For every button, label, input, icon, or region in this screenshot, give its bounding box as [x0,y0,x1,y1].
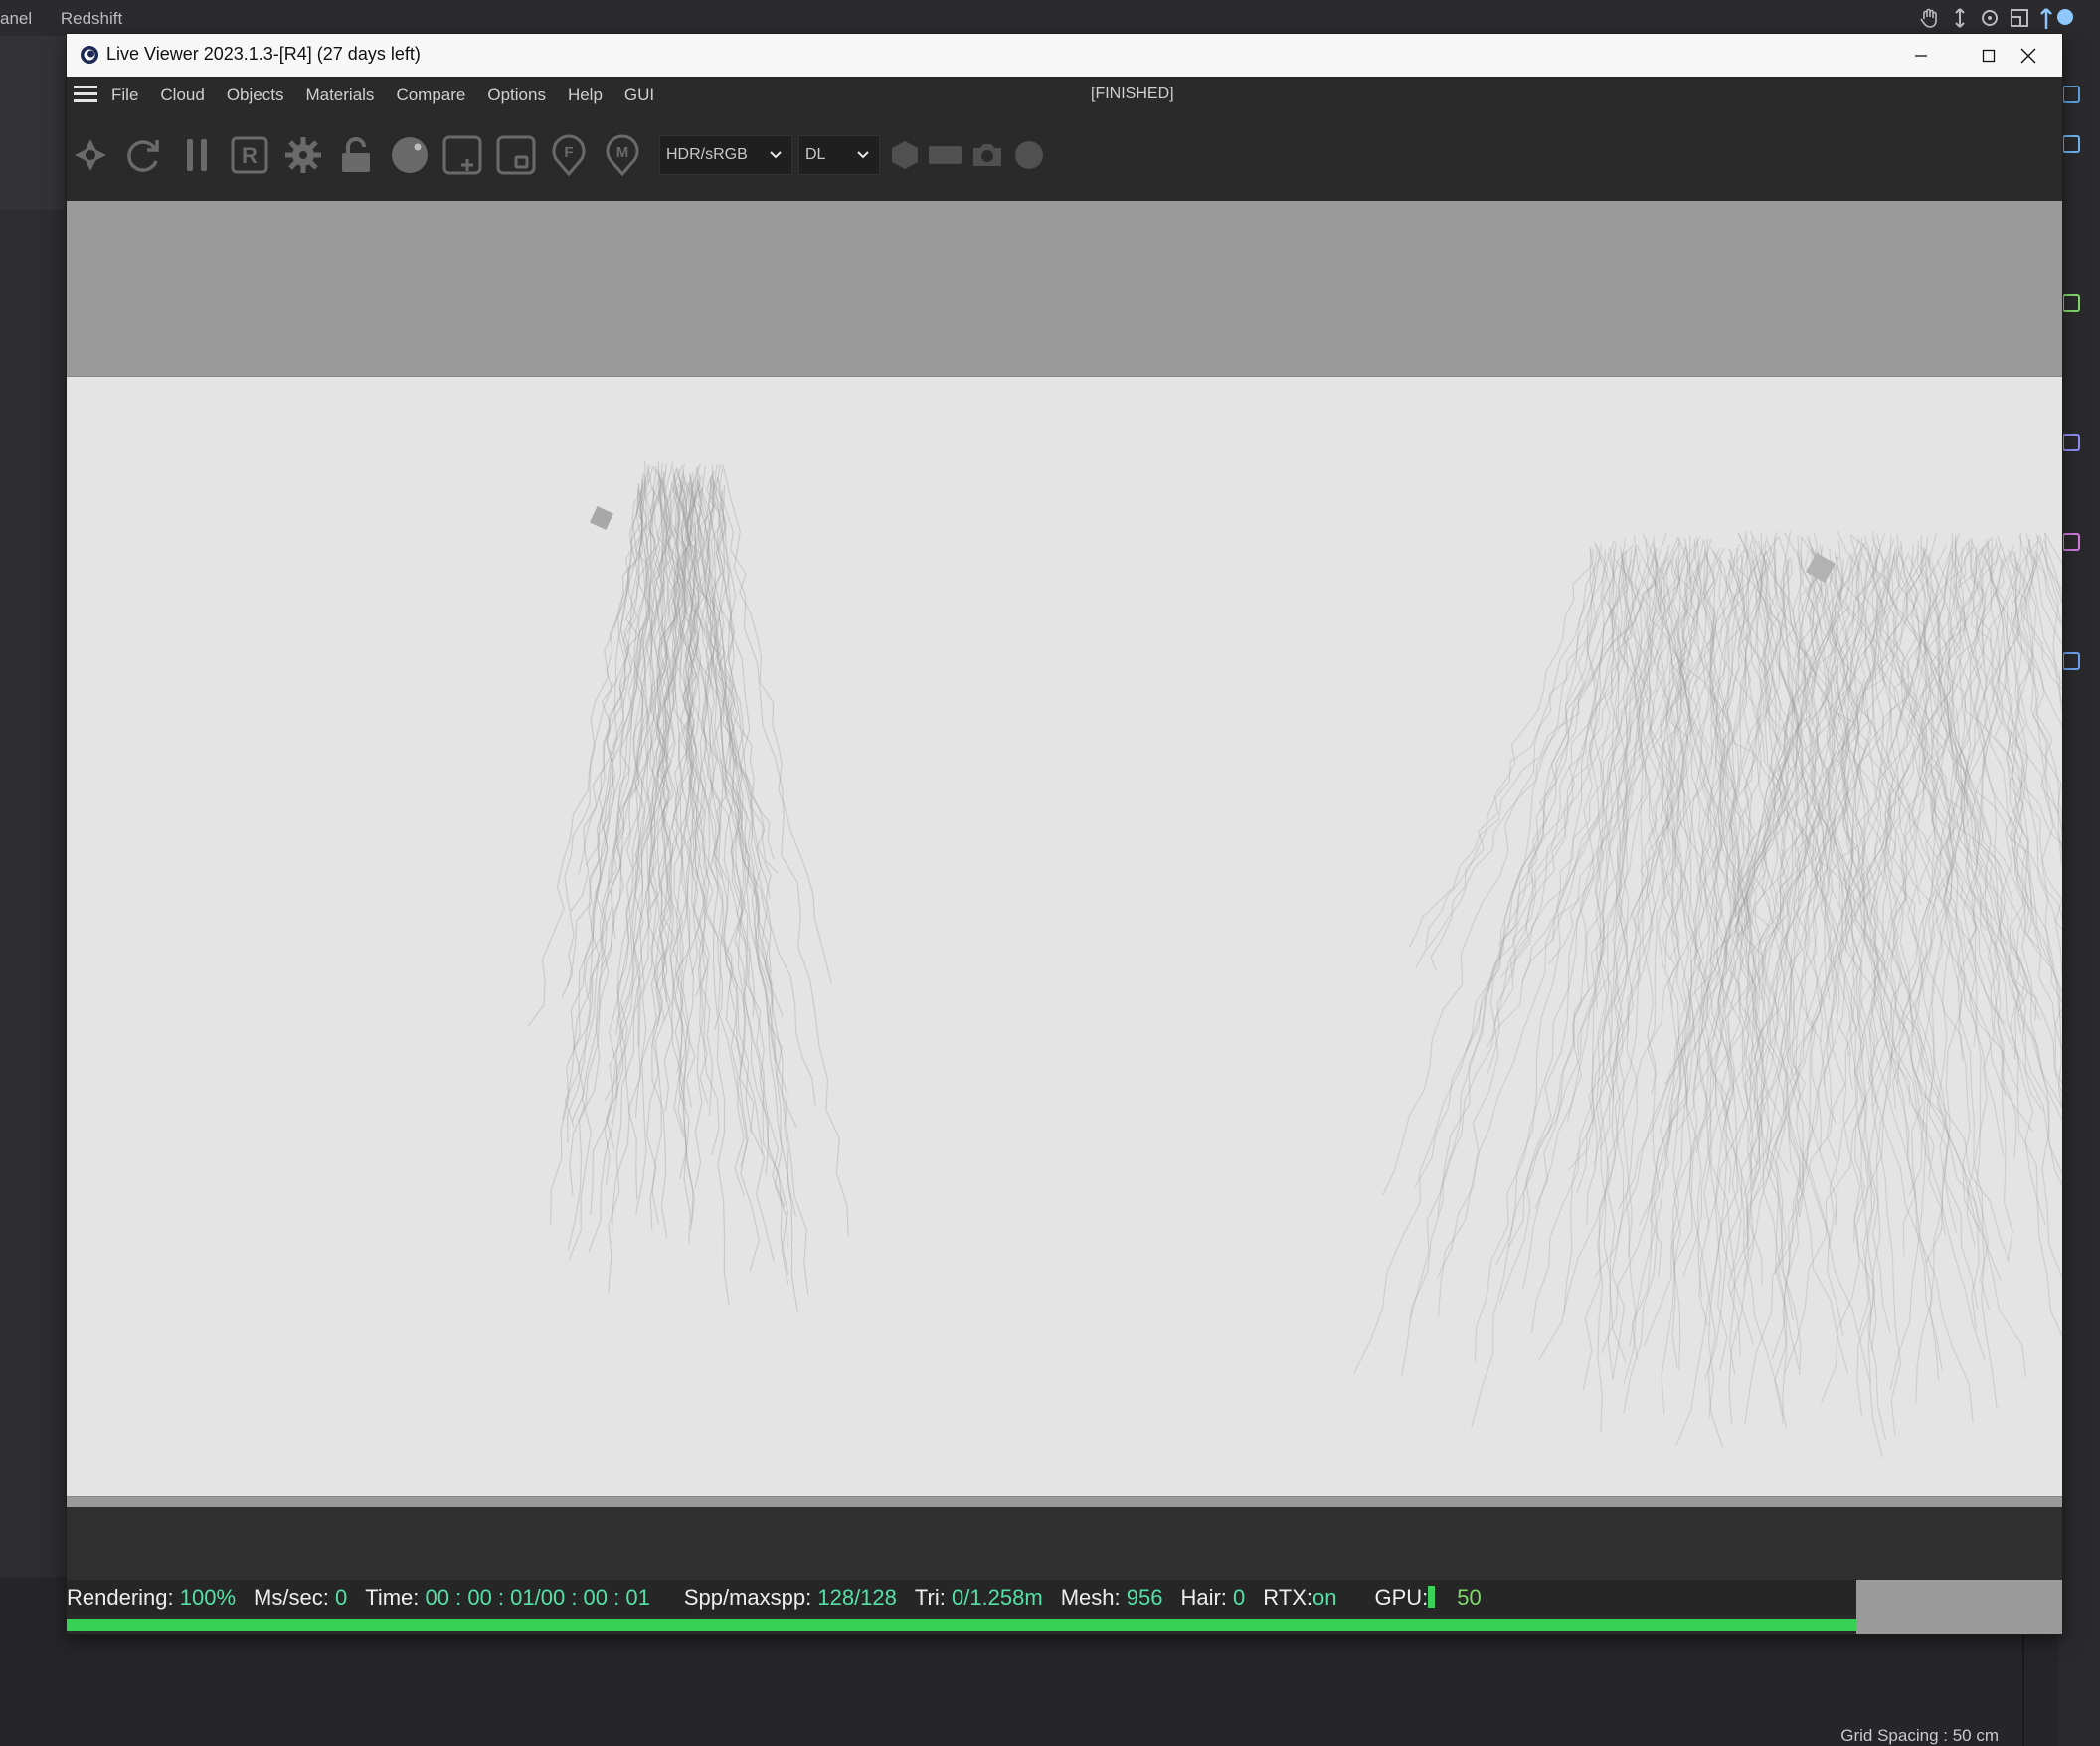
window-title: Live Viewer 2023.1.3-[R4] (27 days left) [106,44,421,64]
menu-gui[interactable]: GUI [624,86,654,105]
gpu-value: 50 [1457,1584,1482,1610]
chevron-down-icon [857,151,869,159]
refresh-icon[interactable] [122,134,164,176]
render-r-icon[interactable]: R [229,134,270,176]
window-corner-area [1856,1580,2062,1634]
close-button[interactable] [1995,34,2062,77]
hair-render-graphic [527,460,2062,1458]
close-icon [2020,48,2036,63]
rectangle-icon[interactable] [925,134,966,176]
hair-value: 0 [1233,1584,1246,1610]
add-region-icon[interactable] [441,134,483,176]
menu-materials[interactable]: Materials [305,86,374,105]
frame-icon[interactable] [2009,7,2030,29]
focus-pin-icon[interactable]: F [548,134,590,176]
menu-cloud[interactable]: Cloud [160,86,204,105]
camera-icon[interactable] [966,134,1008,176]
ms-value: 0 [334,1584,348,1610]
grid-spacing-label: Grid Spacing : 50 cm [1840,1726,1999,1745]
rendering-value: 100% [179,1584,237,1610]
tonemap-select[interactable]: HDR/sRGB [659,135,792,175]
emitter-cube-left [590,506,613,530]
menu-help[interactable]: Help [568,86,603,105]
host-topbar: anel Redshift [0,0,2100,37]
live-viewer-window: Live Viewer 2023.1.3-[R4] (27 days left)… [67,34,2062,1634]
menu-options[interactable]: Options [487,86,546,105]
render-statusbar: Rendering: 100% Ms/sec: 0 Time: 00 : 00 … [67,1580,1856,1615]
menu-objects[interactable]: Objects [227,86,284,105]
hair-strand [1582,539,1704,1390]
rtx-value: on [1312,1584,1337,1610]
unlock-icon[interactable] [335,134,377,176]
sphere-icon[interactable] [389,134,431,176]
pause-icon[interactable] [176,134,218,176]
time-label: Time: [365,1584,420,1610]
kernel-select[interactable]: DL [798,135,880,175]
spp-label: Spp/maxspp: [683,1584,812,1610]
spp-value: 128/128 [817,1584,897,1610]
gear-icon[interactable] [282,134,324,176]
chevron-down-icon [770,151,782,159]
aperture-icon[interactable] [70,134,111,176]
rtx-label: RTX: [1263,1584,1313,1610]
hair-strand [1471,539,1627,1428]
hand-icon[interactable] [1919,7,1941,29]
time-value: 00 : 00 : 01/00 : 00 : 01 [425,1584,650,1610]
view-icon[interactable] [2038,5,2078,31]
rotate-icon[interactable] [1979,7,2001,29]
host-divider [2022,1631,2024,1746]
svg-text:R: R [242,143,258,168]
render-viewport[interactable] [67,201,2062,1507]
hair-strand [1408,558,1673,948]
gpu-usage-bar [1428,1585,1436,1608]
tri-value: 0/1.258m [951,1584,1043,1610]
host-menu-panel[interactable]: anel [0,9,32,28]
hair-label: Hair: [1180,1584,1227,1610]
gpu-label: GPU: [1374,1584,1429,1610]
render-progress-track [67,1615,1856,1634]
host-menu: anel Redshift [0,9,146,29]
menu-compare[interactable]: Compare [396,86,465,105]
hair-strand [562,471,666,1121]
hamburger-menu-icon[interactable] [74,86,97,103]
host-right-toolstrip [2058,36,2100,1746]
cinema4d-logo-icon [81,46,98,64]
host-left-panel [0,36,66,1577]
render-status: [FINISHED] [1091,86,1174,102]
host-view-icons [1919,5,2078,31]
mesh-label: Mesh: [1060,1584,1121,1610]
hair-strand [1409,542,1617,1319]
circle-icon[interactable] [1008,134,1050,176]
title-bar[interactable]: Live Viewer 2023.1.3-[R4] (27 days left) [67,34,2062,77]
toolbar: R F M HDR/sRGB DL [67,113,2062,201]
minimize-button[interactable] [1887,34,1955,77]
rendering-label: Rendering: [67,1584,174,1610]
svg-text:F: F [564,144,573,161]
minimize-icon [1915,54,1927,57]
hair-strand [711,473,788,1248]
move-icon[interactable] [1949,7,1971,29]
host-menu-redshift[interactable]: Redshift [61,9,122,28]
render-progress-fill [67,1619,1856,1631]
render-image [67,376,2062,1497]
material-pin-icon[interactable]: M [602,134,643,176]
menu-file[interactable]: File [111,86,138,105]
svg-text:M: M [616,144,629,161]
ms-label: Ms/sec: [254,1584,329,1610]
menu-bar: File Cloud Objects Materials Compare Opt… [67,77,2062,113]
tonemap-select-value: HDR/sRGB [666,146,748,163]
region-icon[interactable] [495,134,537,176]
tri-label: Tri: [914,1584,946,1610]
hair-strand [608,466,698,1293]
hexagon-icon[interactable] [884,134,926,176]
mesh-value: 956 [1126,1584,1163,1610]
hair-strand [1821,554,2000,1403]
kernel-select-value: DL [805,146,826,163]
